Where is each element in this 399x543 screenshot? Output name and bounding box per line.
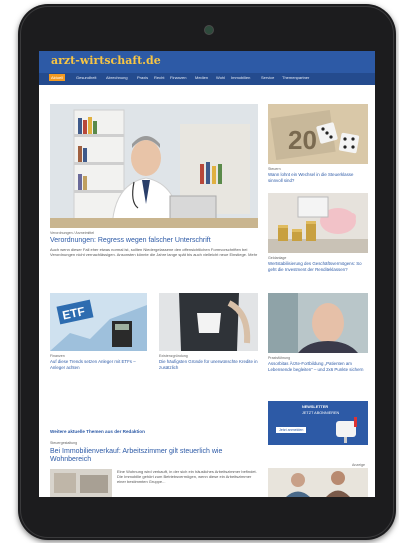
grid-article-1-title[interactable]: Auf diese Trends setzen Anleger mit ETFs… [50, 359, 147, 370]
mailbox-icon [336, 417, 357, 443]
nav-item-praxis[interactable]: Praxis [137, 75, 148, 80]
svg-text:20: 20 [288, 125, 317, 155]
grid-article-image-etf[interactable]: ETF [50, 293, 147, 351]
nav-item-gesundheit[interactable]: Gesundheit [76, 75, 96, 80]
nav-item-abrechnung[interactable]: Abrechnung [106, 75, 128, 80]
nav-item-wohl[interactable]: Wohl [216, 75, 225, 80]
side-article-3-title[interactable]: Assorbitas Ärzte-Fortbildung „Patienten … [268, 361, 368, 372]
side-article-1-category: Steuern [268, 167, 281, 171]
lead-article-title[interactable]: Verordnungen: Regress wegen falscher Unt… [50, 237, 260, 245]
ad-line-1: NEWSLETTER [302, 405, 329, 409]
grid-article-2-title[interactable]: Die häufigsten Gründe für unerwünschte K… [159, 359, 258, 370]
bottom-article-teaser: Eine Wohnung wird verkauft, in der sich … [117, 469, 257, 484]
main-nav: Aktuell Gesundheit Abrechnung Praxis Rec… [39, 73, 375, 85]
side-article-image-money[interactable]: 20 [268, 104, 368, 164]
newsletter-ad[interactable]: NEWSLETTER JETZT ABONNIEREN Jetzt anmeld… [268, 401, 368, 445]
nav-item-aktuell[interactable]: Aktuell [49, 74, 66, 81]
lead-article-teaser: Auch wenn dieser Fall eher etwas normal … [50, 247, 258, 257]
nav-item-finanzen[interactable]: Finanzen [170, 75, 186, 80]
site-header: arzt-wirtschaft.de [39, 51, 375, 73]
section-title: Weitere aktuelle Themen aus der Redaktio… [50, 429, 145, 434]
grid-article-2-category: Existenzgründung [159, 354, 188, 358]
side-article-2-title[interactable]: Wertstabilisierung des Geschäftsvermögen… [268, 261, 368, 272]
lead-article-category: Verordnungen / Arzneimittel [50, 231, 95, 235]
site-logo[interactable]: arzt-wirtschaft.de [51, 54, 161, 67]
grid-article-image-pocket[interactable] [159, 293, 258, 351]
bottom-article-title[interactable]: Bei Immobilienverkauf: Arbeitszimmer gil… [50, 448, 260, 464]
nav-item-immobilien[interactable]: Immobilien [231, 75, 250, 80]
side-article-1-title[interactable]: Wann lohnt ein Wechsel in die Steuerklas… [268, 172, 368, 183]
tablet-screen: arzt-wirtschaft.de Aktuell Gesundheit Ab… [39, 51, 375, 497]
grid-article-1-category: Finanzen [50, 354, 65, 358]
side-article-2-category: Geldanlage [268, 256, 287, 260]
side-article-3-category: Praxisführung [268, 356, 291, 360]
nav-item-service[interactable]: Service [261, 75, 274, 80]
nav-item-medien[interactable]: Medien [195, 75, 208, 80]
nav-item-recht[interactable]: Recht [154, 75, 164, 80]
nav-item-themenpartner[interactable]: Themenpartner [282, 75, 309, 80]
bottom-article-image[interactable] [50, 469, 112, 497]
side-article-image-patient[interactable] [268, 293, 368, 353]
front-camera [204, 25, 214, 35]
lead-article-image[interactable] [50, 104, 258, 228]
ad2-image[interactable] [268, 468, 368, 497]
side-article-image-piggybank[interactable] [268, 193, 368, 253]
ad-button[interactable]: Jetzt anmelden [276, 427, 307, 433]
ad2-label: Anzeige [352, 463, 365, 467]
bottom-article-category: Steuergestaltung [50, 441, 78, 445]
